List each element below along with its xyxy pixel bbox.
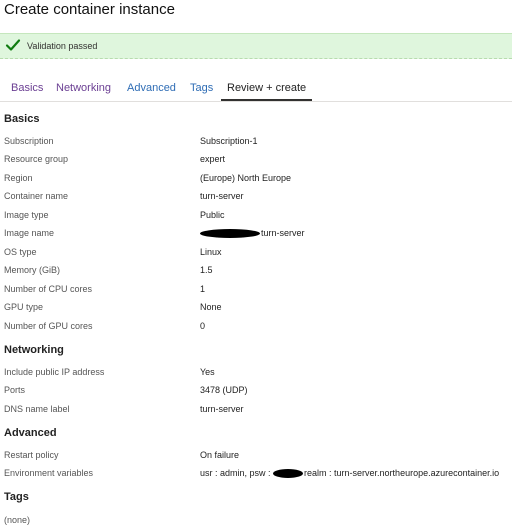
image-name-text: turn-server	[261, 228, 305, 238]
value-region: (Europe) North Europe	[200, 173, 292, 183]
label-gpu-cores: Number of GPU cores	[4, 321, 93, 331]
tab-review-create[interactable]: Review + create	[221, 81, 313, 101]
checkmark-icon	[5, 39, 21, 51]
validation-message: Validation passed	[27, 41, 98, 51]
label-image-name: Image name	[4, 228, 55, 238]
value-env-vars: usr : admin, psw : realm : turn-server.n…	[200, 467, 499, 479]
value-cpu-cores: 1	[200, 284, 206, 294]
page-title: Create container instance	[4, 1, 175, 18]
tab-advanced[interactable]: Advanced	[127, 81, 176, 95]
value-memory: 1.5	[200, 265, 213, 275]
env-vars-prefix: usr : admin, psw :	[200, 468, 274, 478]
section-heading-advanced: Advanced	[4, 427, 57, 439]
value-ports: 3478 (UDP)	[200, 385, 248, 395]
label-resource-group: Resource group	[4, 154, 69, 164]
label-os-type: OS type	[4, 247, 37, 257]
tab-basics[interactable]: Basics	[11, 81, 43, 95]
label-memory: Memory (GiB)	[4, 265, 60, 275]
redaction-mark	[273, 469, 304, 479]
tab-tags[interactable]: Tags	[190, 81, 213, 95]
label-region: Region	[4, 173, 33, 183]
label-gpu-type: GPU type	[4, 302, 44, 312]
label-cpu-cores: Number of CPU cores	[4, 284, 93, 294]
value-public-ip: Yes	[200, 367, 215, 377]
label-image-type: Image type	[4, 210, 49, 220]
section-heading-networking: Networking	[4, 344, 64, 356]
value-tags: (none)	[4, 515, 31, 525]
value-gpu-type: None	[200, 302, 222, 312]
value-os-type: Linux	[200, 247, 222, 257]
value-dns-name: turn-server	[200, 404, 244, 414]
label-container-name: Container name	[4, 191, 69, 201]
value-resource-group: expert	[200, 154, 226, 164]
value-image-type: Public	[200, 210, 225, 220]
value-container-name: turn-server	[200, 191, 244, 201]
label-subscription: Subscription	[4, 136, 54, 146]
label-public-ip: Include public IP address	[4, 367, 105, 377]
tab-networking[interactable]: Networking	[56, 81, 111, 95]
section-heading-basics: Basics	[4, 113, 40, 125]
tab-bar: Basics Networking Advanced Tags Review +…	[0, 80, 512, 102]
label-dns-name: DNS name label	[4, 404, 70, 414]
value-gpu-cores: 0	[200, 321, 206, 331]
env-vars-suffix: realm : turn-server.northeurope.azurecon…	[304, 468, 500, 478]
value-restart-policy: On failure	[200, 450, 240, 460]
label-env-vars: Environment variables	[4, 468, 94, 478]
redaction-mark	[200, 229, 260, 239]
value-image-name: turn-server	[200, 227, 305, 239]
value-subscription: Subscription-1	[200, 136, 258, 146]
label-restart-policy: Restart policy	[4, 450, 59, 460]
label-ports: Ports	[4, 385, 26, 395]
section-heading-tags: Tags	[4, 491, 29, 503]
validation-banner: Validation passed	[0, 33, 512, 59]
